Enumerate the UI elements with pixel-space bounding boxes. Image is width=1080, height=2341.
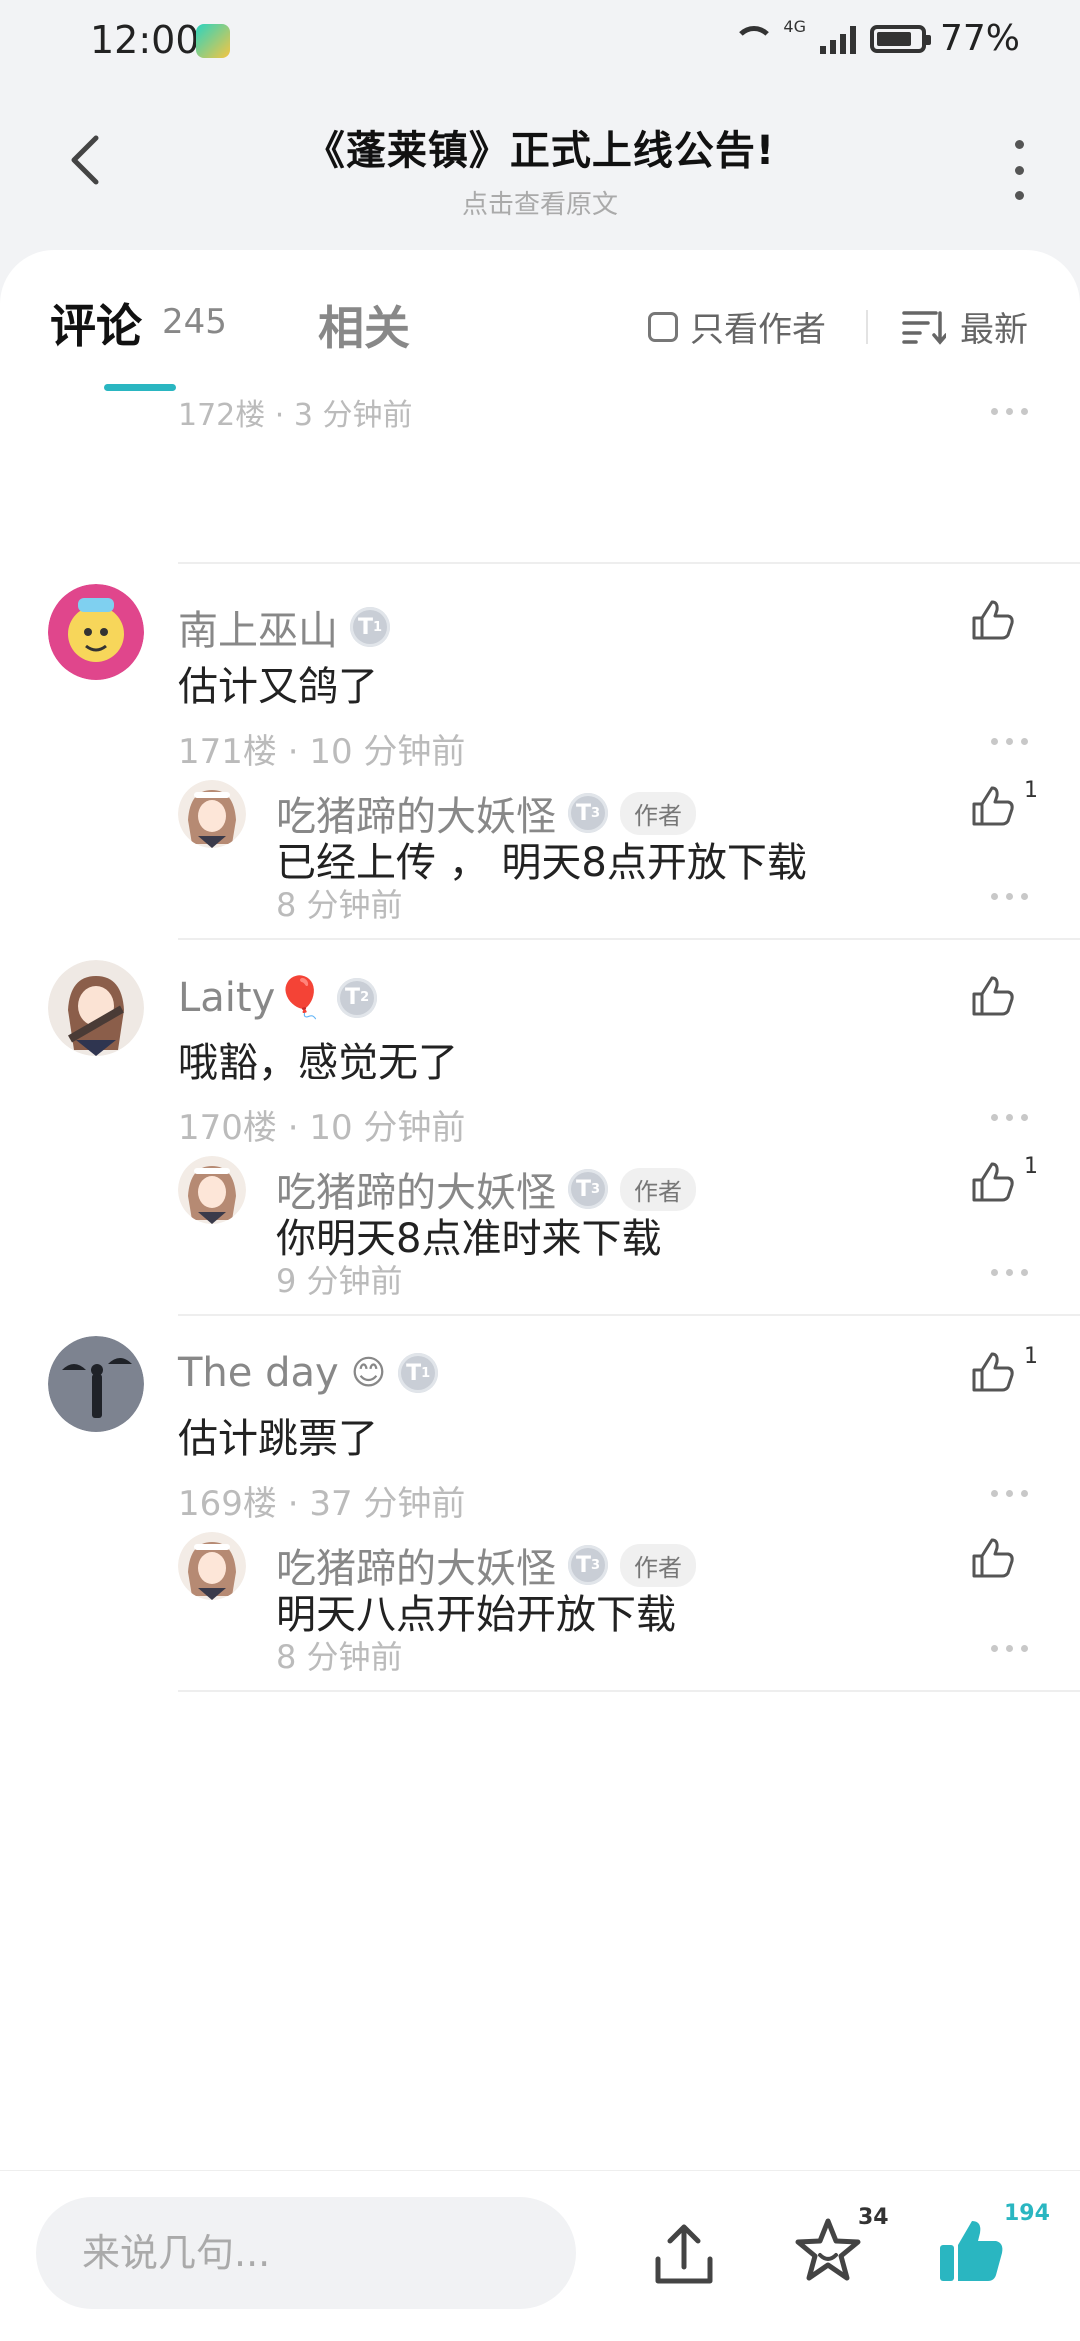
sort-label: 最新 [960,310,1028,350]
active-tab-indicator [104,384,176,391]
wifi-icon [729,24,776,54]
comment-meta: 169楼 · 37 分钟前 [178,1484,466,1524]
back-button[interactable] [56,130,116,190]
thumbs-up-filled-icon[interactable] [936,2215,1008,2287]
author-tag: 作者 [620,1167,696,1211]
reply-meta: 8 分钟前 [276,1638,403,1676]
more-icon[interactable] [991,1269,1028,1276]
page-title: 《蓬莱镇》正式上线公告! [304,128,776,174]
title-block[interactable]: 《蓬莱镇》正式上线公告! 点击查看原文 [220,118,860,221]
thumbs-up-icon[interactable] [968,596,1016,644]
emoji-face-icon: 😊 [350,1353,387,1393]
author-name: 南上巫山 [178,608,338,654]
reply-meta: 8 分钟前 [276,886,403,924]
chevron-left-icon [71,135,99,185]
app-notification-icon [196,24,230,58]
more-icon[interactable] [991,1645,1028,1652]
comment-meta: 170楼 · 10 分钟前 [178,1108,466,1148]
more-icon[interactable] [991,738,1028,745]
avatar[interactable] [48,960,144,1056]
signal-icon [819,24,856,54]
sort-button[interactable]: 最新 [902,302,1028,351]
share-icon[interactable] [650,2219,718,2291]
sort-icon [902,310,946,345]
bottom-bar: 来说几句... 34 194 [0,2170,1080,2341]
avatar[interactable] [48,1336,144,1432]
comments-panel: 评论 245 相关 只看作者 最新 172楼 · 3 分钟前 南上巫山 T1 估… [0,250,1080,2170]
favorites-count: 34 [858,2205,889,2230]
more-dot [1014,165,1024,175]
author-name: Laity🎈 [178,975,326,1021]
thumbs-up-icon[interactable] [968,782,1016,830]
like-count: 1 [1024,1154,1038,1179]
tab-related[interactable]: 相关 [318,292,410,358]
level-badge-icon: T1 [398,1353,439,1393]
comment-text: 哦豁，感觉无了 [178,1040,458,1086]
partial-comment-meta: 172楼 · 3 分钟前 [178,398,413,430]
only-author-toggle[interactable]: 只看作者 [648,302,826,351]
status-time: 12:00 [90,18,200,62]
reply-meta: 9 分钟前 [276,1262,403,1300]
like-count: 1 [1024,778,1038,803]
divider [178,938,1080,940]
more-dot [1014,191,1024,200]
divider [178,1314,1080,1316]
battery-icon [869,24,931,53]
divider [866,310,868,344]
header: 《蓬莱镇》正式上线公告! 点击查看原文 [0,100,1080,230]
more-icon[interactable] [991,1114,1028,1121]
thumbs-up-icon[interactable] [968,972,1016,1020]
comment-author[interactable]: The day 😊 T1 [178,1350,439,1396]
only-author-label: 只看作者 [690,310,826,350]
level-badge-icon: T1 [350,607,390,647]
thumbs-up-icon[interactable] [968,1158,1016,1206]
reply-avatar[interactable] [178,1532,246,1600]
more-options-button[interactable] [1004,140,1034,200]
avatar[interactable] [48,584,144,680]
comment-text: 估计跳票了 [178,1416,378,1462]
view-original-link[interactable]: 点击查看原文 [220,184,860,221]
more-icon[interactable] [991,893,1028,900]
level-badge-icon: T2 [337,977,378,1018]
more-dot [1014,140,1024,149]
network-type: 4G [783,17,806,36]
thumbs-up-icon[interactable] [968,1534,1016,1582]
like-count: 1 [1024,1344,1038,1369]
reply-avatar[interactable] [178,780,246,848]
checkbox-icon[interactable] [648,311,678,342]
author-tag: 作者 [620,791,696,835]
comment-text: 估计又鸽了 [178,664,378,710]
likes-count: 194 [1004,2201,1050,2226]
divider [178,1690,1080,1692]
comments-count: 245 [162,302,227,342]
comment-author[interactable]: Laity🎈 T2 [178,974,378,1021]
more-icon[interactable] [991,1490,1028,1497]
comment-author[interactable]: 南上巫山 T1 [178,598,390,656]
more-icon[interactable] [991,408,1028,415]
tab-comments[interactable]: 评论 [50,290,142,356]
level-badge-icon: T3 [568,793,608,833]
author-tag: 作者 [620,1543,696,1587]
battery-level: 77% [939,18,1020,59]
comment-input[interactable]: 来说几句... [36,2197,576,2309]
star-icon[interactable] [792,2215,864,2287]
thumbs-up-icon[interactable] [968,1348,1016,1396]
status-bar: 12:00 4G 77% [0,0,1080,84]
divider [178,562,1080,564]
reply-avatar[interactable] [178,1156,246,1224]
level-badge-icon: T3 [568,1169,608,1209]
level-badge-icon: T3 [568,1545,608,1585]
author-name: The day [178,1350,339,1396]
comment-meta: 171楼 · 10 分钟前 [178,732,466,772]
tab-bar: 评论 245 相关 只看作者 最新 [0,250,1080,391]
